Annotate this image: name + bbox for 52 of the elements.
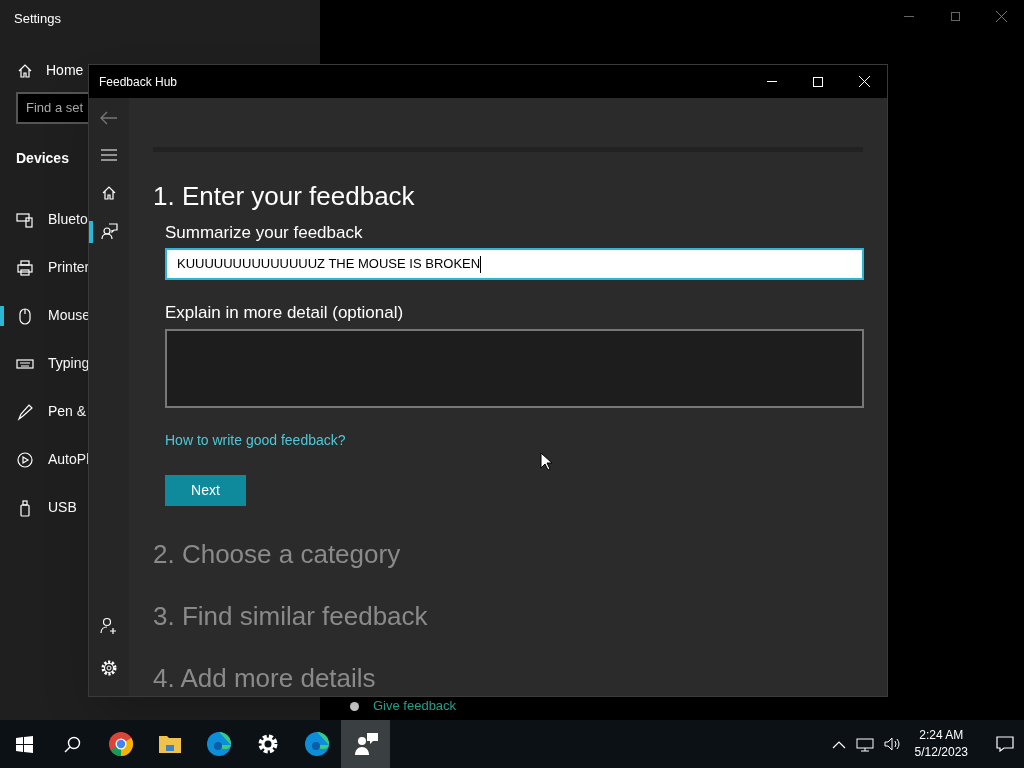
step-heading: 1. Enter your feedback [153, 180, 416, 212]
window-title: Feedback Hub [98, 73, 178, 91]
summary-field[interactable]: KUUUUUUUUUUUUUUZ THE MOUSE IS BROKEN [165, 248, 864, 280]
folder-icon [157, 733, 182, 755]
network-icon[interactable] [855, 736, 874, 752]
window-title: Settings [13, 10, 62, 28]
pen-icon [16, 402, 34, 421]
windows-logo-icon[interactable] [15, 735, 33, 753]
notifications-icon[interactable] [996, 736, 1014, 752]
settings-item[interactable]: Mouse [48, 305, 91, 326]
settings-item[interactable]: AutoPl [48, 449, 90, 470]
next-button[interactable]: Next [165, 475, 246, 506]
chrome-icon [107, 731, 134, 757]
step-heading[interactable]: 2. Choose a category [153, 536, 863, 572]
autoplay-icon [16, 450, 34, 469]
printer-icon [16, 258, 34, 277]
edge-icon [303, 731, 330, 757]
give-feedback-link[interactable]: Give feedback [373, 699, 457, 713]
back-arrow-icon[interactable] [100, 111, 118, 125]
field-label: Summarize your feedback [165, 222, 364, 244]
feedback-icon[interactable] [100, 223, 118, 240]
settings-item[interactable]: USB [48, 497, 77, 518]
taskbar-app[interactable] [341, 720, 390, 768]
home-icon[interactable] [101, 185, 117, 201]
clock-time[interactable]: 2:24 AM [919, 727, 964, 744]
volume-icon[interactable] [883, 737, 901, 751]
settings-item[interactable]: Typing [48, 353, 90, 374]
home-icon[interactable] [17, 62, 33, 79]
add-person-icon[interactable] [100, 617, 118, 635]
cursor-icon [540, 452, 552, 471]
home-link[interactable]: Home [46, 60, 84, 81]
search-icon[interactable] [63, 735, 81, 753]
step-heading[interactable]: 3. Find similar feedback [153, 598, 863, 634]
menu-icon[interactable] [101, 149, 117, 161]
settings-item[interactable]: Pen & [48, 401, 87, 422]
section-heading: Devices [16, 148, 69, 168]
keyboard-device-icon [16, 210, 34, 229]
detail-field[interactable] [165, 329, 864, 408]
settings-icon[interactable] [100, 659, 118, 677]
help-link[interactable]: How to write good feedback? [165, 430, 346, 451]
mouse-icon [16, 306, 34, 325]
chevron-up-icon[interactable] [831, 739, 846, 749]
clock-date[interactable]: 5/12/2023 [914, 744, 968, 761]
field-label: Explain in more detail (optional) [165, 302, 405, 324]
feedback-icon [350, 701, 359, 711]
edge-icon [205, 731, 232, 757]
step-heading[interactable]: 4. Add more details [153, 660, 863, 696]
settings-item[interactable]: Printer [48, 257, 90, 278]
settings-item[interactable]: Blueto [48, 209, 88, 230]
field-value: KUUUUUUUUUUUUUUZ THE MOUSE IS BROKEN [177, 255, 481, 274]
feedback-icon [352, 732, 379, 756]
search-field[interactable]: Find a set [16, 91, 88, 124]
